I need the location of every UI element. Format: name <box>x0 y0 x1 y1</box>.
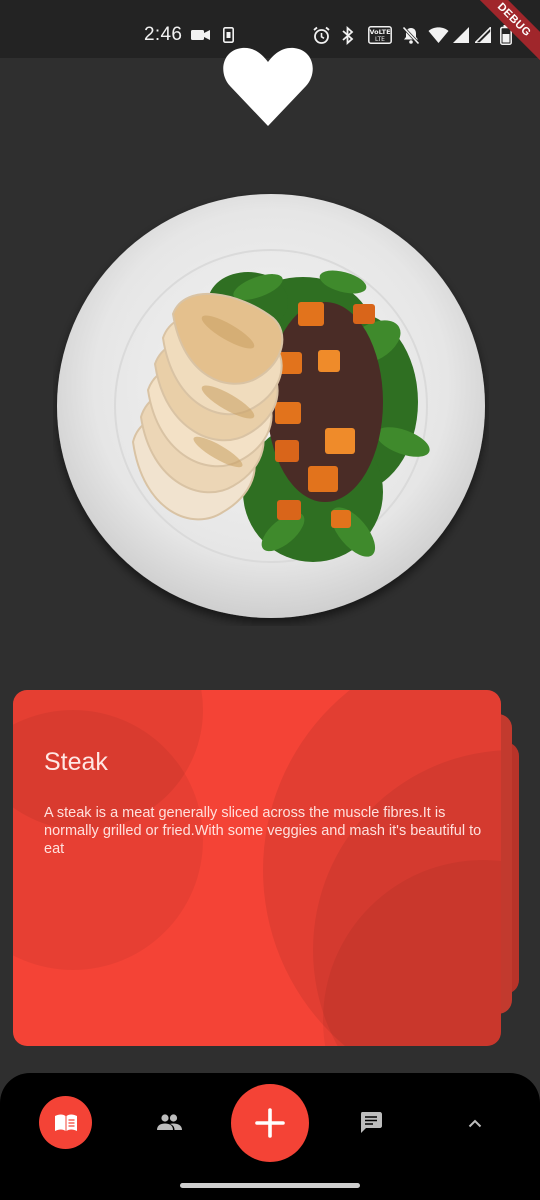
book-icon <box>54 1113 78 1133</box>
card-description: A steak is a meat generally sliced acros… <box>44 805 482 857</box>
nav-messages-button[interactable] <box>352 1105 390 1139</box>
video-icon <box>190 25 212 45</box>
alarm-icon <box>311 25 331 45</box>
signal-icon <box>452 25 470 45</box>
volte-icon: VoLTE LTE <box>367 25 393 45</box>
heart-icon[interactable] <box>222 46 314 128</box>
card-title: Steak <box>44 748 108 776</box>
home-indicator[interactable] <box>180 1183 360 1188</box>
add-button[interactable] <box>231 1084 309 1162</box>
expand-button[interactable] <box>458 1108 492 1138</box>
bluetooth-icon <box>338 25 358 45</box>
people-icon <box>156 1114 182 1130</box>
svg-text:LTE: LTE <box>375 36 385 43</box>
food-card[interactable]: Steak A steak is a meat generally sliced… <box>13 690 501 1046</box>
nav-recipes-button[interactable] <box>39 1096 92 1149</box>
card-background-pattern <box>13 690 501 1046</box>
signal-2-icon <box>474 25 492 45</box>
nav-people-button[interactable] <box>150 1105 188 1139</box>
add-icon <box>255 1108 285 1138</box>
chat-icon <box>360 1111 382 1133</box>
chevron-up-icon <box>468 1119 482 1128</box>
status-time: 2:46 <box>144 24 183 45</box>
svg-text:VoLTE: VoLTE <box>369 28 390 36</box>
wifi-icon <box>427 25 449 45</box>
mute-icon <box>400 25 422 45</box>
sim-icon <box>222 25 234 45</box>
plate-food-image <box>53 192 489 626</box>
